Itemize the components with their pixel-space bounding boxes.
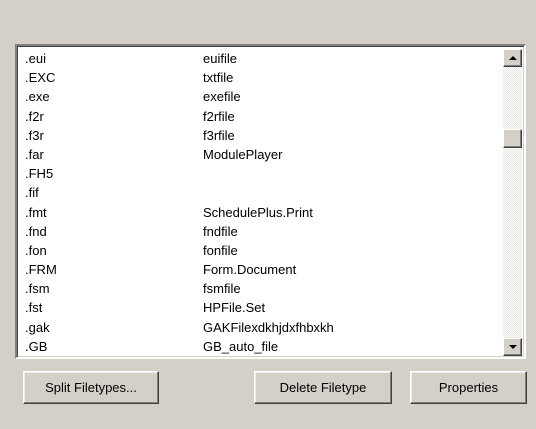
vertical-scrollbar[interactable]: [503, 49, 522, 356]
filetype-extension: .f2r: [25, 108, 44, 124]
filetype-extension: .fsm: [25, 281, 50, 297]
filetype-name: Form.Document: [203, 262, 297, 278]
filetype-extension: .GB: [25, 338, 48, 354]
filetype-name: HPFile.Set: [203, 300, 266, 316]
filetype-name: SchedulePlus.Print: [203, 204, 313, 220]
list-item[interactable]: .fsm fsmfile: [20, 279, 502, 298]
split-filetypes-button[interactable]: Split Filetypes...: [23, 371, 159, 404]
list-item[interactable]: .far ModulePlayer: [20, 145, 502, 164]
filetype-extension: .exe: [25, 89, 50, 105]
list-item[interactable]: .f2r f2rfile: [20, 107, 502, 126]
filetype-extension: .f3r: [25, 127, 44, 143]
list-item[interactable]: .EXC txtfile: [20, 68, 502, 87]
list-item[interactable]: .FH5: [20, 164, 502, 183]
filetype-name: f3rfile: [203, 127, 235, 143]
filetype-extension: .EXC: [25, 70, 56, 86]
scroll-thumb[interactable]: [503, 129, 522, 148]
scroll-down-button[interactable]: [503, 338, 522, 356]
list-item[interactable]: .GB GB_auto_file: [20, 337, 502, 356]
filetype-extension: .gak: [25, 319, 50, 335]
delete-filetype-button[interactable]: Delete Filetype: [254, 371, 392, 404]
list-item[interactable]: .eui euifile: [20, 49, 502, 68]
filetype-name: f2rfile: [203, 108, 235, 124]
filetype-name: fonfile: [203, 242, 238, 258]
filetype-extension: .fnd: [25, 223, 47, 239]
list-item[interactable]: .FRM Form.Document: [20, 260, 502, 279]
filetype-name: fndfile: [203, 223, 238, 239]
list-item[interactable]: .gak GAKFilexdkhjdxfhbxkh: [20, 318, 502, 337]
filetype-name: GB_auto_file: [203, 338, 279, 354]
list-item[interactable]: .fnd fndfile: [20, 222, 502, 241]
arrow-up-icon: [509, 56, 517, 60]
filetype-extension: .fon: [25, 242, 47, 258]
filetype-list: .eui euifile .EXC txtfile .exe exefile .f2r f2r…: [20, 49, 502, 356]
filetype-name: GAKFilexdkhjdxfhbxkh: [203, 319, 334, 335]
filetype-name: euifile: [203, 51, 237, 66]
filetype-name: fsmfile: [203, 281, 241, 297]
list-item[interactable]: .fif: [20, 183, 502, 202]
filetype-extension: .fif: [25, 185, 39, 201]
scroll-up-button[interactable]: [503, 49, 522, 67]
filetype-extension: .eui: [25, 51, 46, 66]
properties-button[interactable]: Properties: [410, 371, 527, 404]
filetype-extension: .FRM: [25, 262, 57, 278]
filetype-listbox[interactable]: .eui euifile .EXC txtfile .exe exefile .f2r f2r…: [15, 44, 526, 359]
list-item[interactable]: .fmt SchedulePlus.Print: [20, 203, 502, 222]
list-item[interactable]: .fon fonfile: [20, 241, 502, 260]
list-item[interactable]: .f3r f3rfile: [20, 126, 502, 145]
filetype-extension: .far: [25, 146, 44, 162]
list-item[interactable]: .fst HPFile.Set: [20, 298, 502, 317]
filetype-extension: .FH5: [25, 166, 54, 182]
arrow-down-icon: [509, 345, 517, 349]
filetype-extension: .fst: [25, 300, 43, 316]
filetype-name: exefile: [203, 89, 241, 105]
filetype-extension: .fmt: [25, 204, 47, 220]
filetype-name: ModulePlayer: [203, 146, 283, 162]
filetype-name: txtfile: [203, 70, 234, 86]
list-item[interactable]: .exe exefile: [20, 87, 502, 106]
